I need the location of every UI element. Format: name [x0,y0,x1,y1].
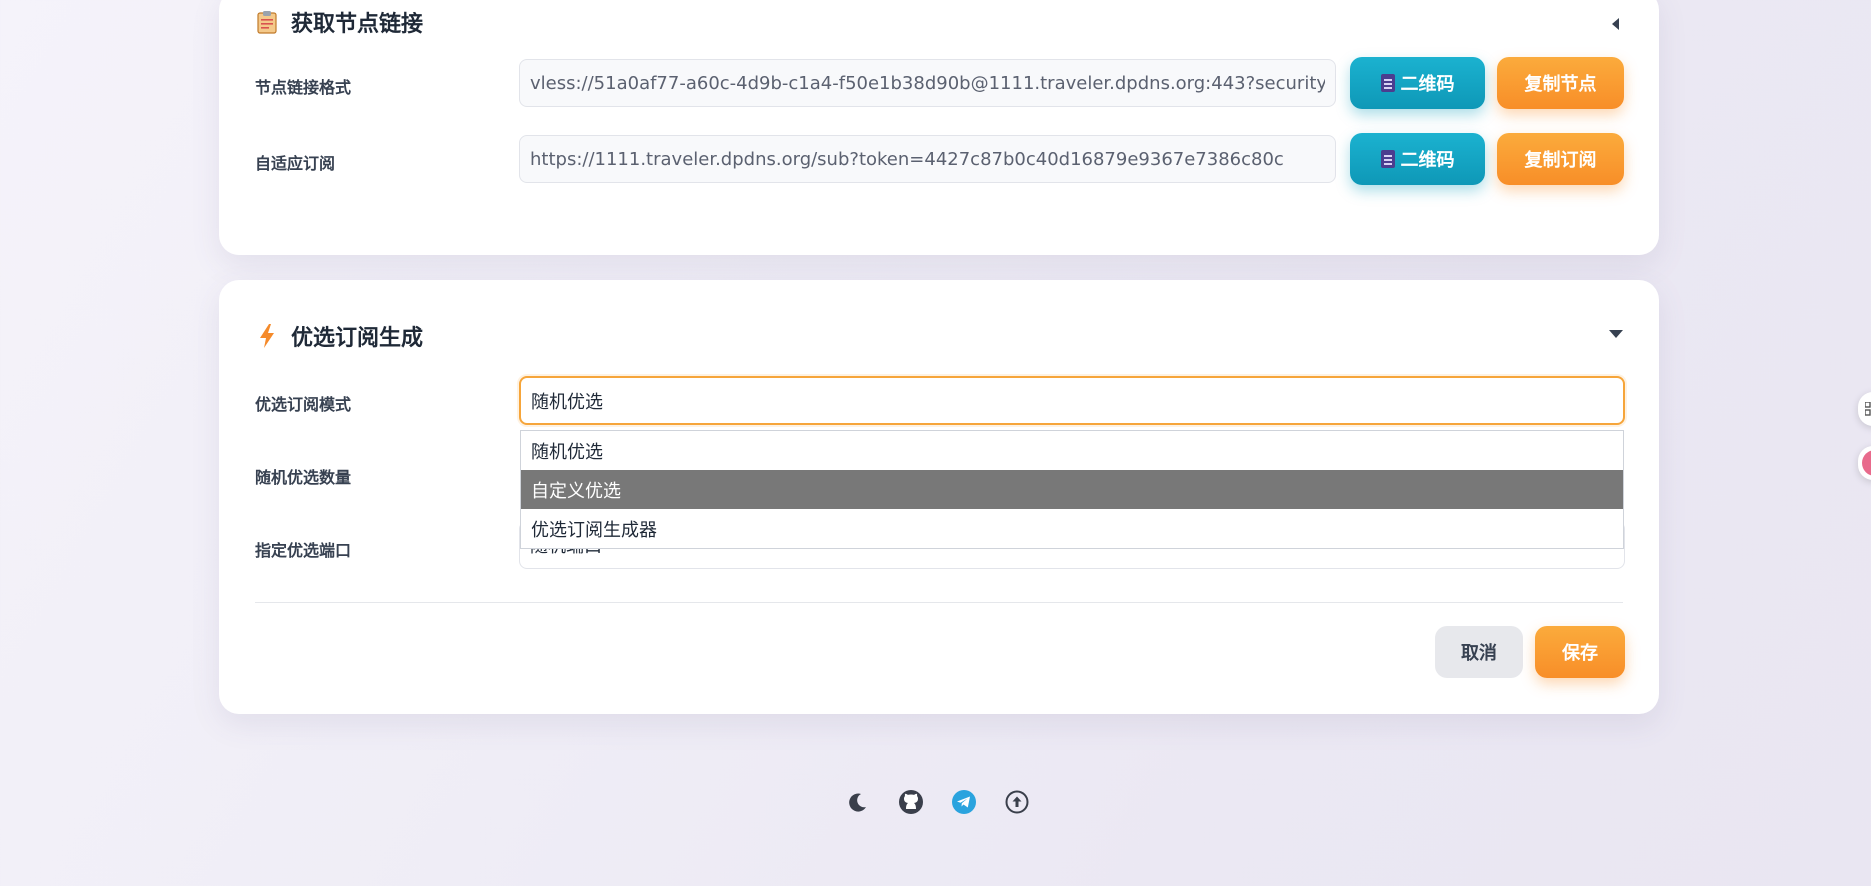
phone-icon [1380,150,1395,168]
save-button[interactable]: 保存 [1535,626,1625,678]
phone-icon [1380,74,1395,92]
dropdown-option-random[interactable]: 随机优选 [521,431,1623,470]
dropdown-option-custom[interactable]: 自定义优选 [521,470,1623,509]
side-grid-widget[interactable] [1858,392,1871,426]
avatar [1862,450,1871,476]
node-link-header[interactable]: 获取节点链接 [255,6,423,38]
cancel-button[interactable]: 取消 [1435,626,1523,678]
clipboard-icon [255,10,279,34]
node-link-value: vless://51a0af77-a60c-4d9b-c1a4-f50e1b38… [530,72,1325,94]
preferred-port-label: 指定优选端口 [255,541,352,560]
node-link-title: 获取节点链接 [291,12,424,37]
preferred-title: 优选订阅生成 [291,326,424,351]
moon-icon[interactable] [845,789,871,815]
telegram-icon[interactable] [951,789,977,815]
preferred-mode-select[interactable]: 随机优选 [519,376,1625,425]
sub-qr-label: 二维码 [1400,150,1455,171]
caret-left-icon[interactable] [1609,17,1623,31]
preferred-mode-label: 优选订阅模式 [255,395,352,414]
preferred-subscription-card: 优选订阅生成 优选订阅模式 随机优选 随机优选数量 指定优选端口 随机端口 随机… [219,280,1659,714]
sub-qr-button[interactable]: 二维码 [1350,133,1485,185]
upload-icon[interactable] [1004,789,1030,815]
grid-icon [1865,402,1871,416]
github-icon[interactable] [898,789,924,815]
preferred-mode-dropdown: 随机优选 自定义优选 优选订阅生成器 [520,430,1624,549]
node-qr-label: 二维码 [1400,74,1455,95]
node-qr-button[interactable]: 二维码 [1350,57,1485,109]
preferred-header[interactable]: 优选订阅生成 [255,320,423,352]
side-avatar-widget[interactable] [1858,446,1871,480]
copy-subscription-button[interactable]: 复制订阅 [1497,133,1624,185]
subscription-link-value: https://1111.traveler.dpdns.org/sub?toke… [530,148,1284,170]
node-format-label: 节点链接格式 [255,78,352,97]
subscription-link-field[interactable]: https://1111.traveler.dpdns.org/sub?toke… [519,135,1336,183]
divider [255,602,1623,603]
dropdown-option-generator[interactable]: 优选订阅生成器 [521,509,1623,548]
node-link-card: 获取节点链接 节点链接格式 vless://51a0af77-a60c-4d9b… [219,0,1659,255]
lightning-icon [255,324,279,348]
caret-down-icon[interactable] [1609,327,1623,341]
footer-icons [845,789,1030,815]
node-link-field[interactable]: vless://51a0af77-a60c-4d9b-c1a4-f50e1b38… [519,59,1336,107]
preferred-mode-value: 随机优选 [531,391,603,413]
copy-node-button[interactable]: 复制节点 [1497,57,1624,109]
random-count-label: 随机优选数量 [255,468,352,487]
adaptive-sub-label: 自适应订阅 [255,154,336,173]
